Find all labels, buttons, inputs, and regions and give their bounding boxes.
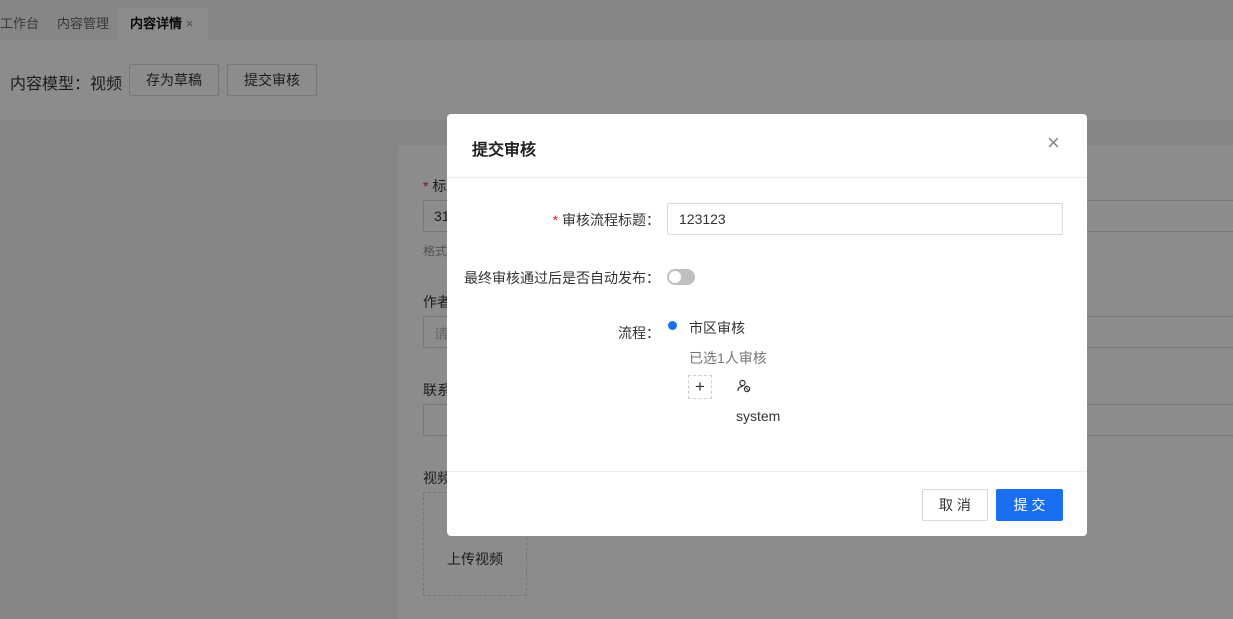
flow-title-value: 123123 bbox=[679, 211, 726, 227]
cancel-button[interactable]: 取 消 bbox=[922, 489, 988, 521]
submit-button[interactable]: 提 交 bbox=[996, 489, 1063, 521]
step-dot-icon bbox=[668, 321, 677, 330]
add-reviewer-button[interactable]: + bbox=[688, 375, 712, 399]
close-icon[interactable]: × bbox=[1047, 130, 1060, 156]
step-info: 已选1人审核 bbox=[689, 350, 767, 366]
dialog-header: 提交审核 × bbox=[447, 114, 1087, 178]
dialog-title: 提交审核 bbox=[472, 142, 537, 159]
step-name: 市区审核 bbox=[689, 320, 745, 336]
flow-title-label: 审核流程标题： bbox=[562, 212, 660, 228]
auto-publish-label: 最终审核通过后是否自动发布： bbox=[464, 270, 660, 286]
reviewer-name: system bbox=[736, 408, 781, 424]
submit-review-dialog: 提交审核 × * 审核流程标题： 123123 最终审核通过后是否自动发布： 流… bbox=[447, 114, 1087, 536]
required-mark: * bbox=[552, 212, 559, 228]
flow-label: 流程： bbox=[618, 325, 660, 341]
dialog-footer: 取 消 提 交 bbox=[447, 471, 1087, 536]
auto-publish-toggle[interactable] bbox=[667, 269, 695, 285]
flow-title-input[interactable]: 123123 bbox=[667, 203, 1063, 235]
user-icon bbox=[737, 379, 751, 393]
